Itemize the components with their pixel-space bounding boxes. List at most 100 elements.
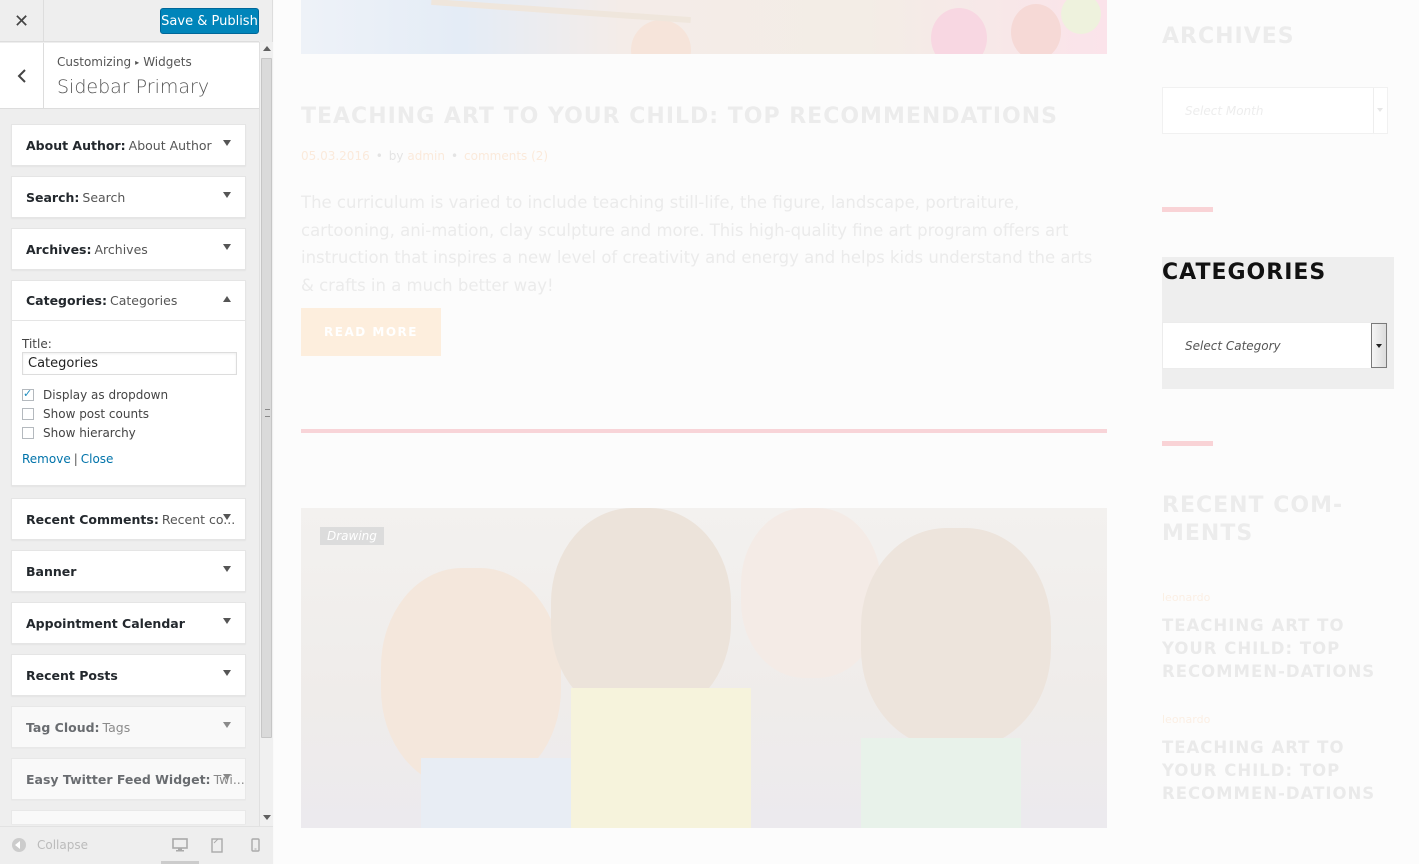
comment-author[interactable]: leonardo	[1162, 713, 1210, 726]
expand-arrow-icon[interactable]	[223, 514, 231, 520]
post-by-label: by	[388, 149, 404, 163]
dropdown-arrow-icon[interactable]	[1373, 88, 1387, 133]
widget-search[interactable]: Search: Search	[11, 176, 246, 218]
customizer-footer: Collapse	[0, 826, 273, 864]
widget-header[interactable]: About Author: About Author	[12, 125, 245, 165]
checkbox-checked[interactable]	[22, 387, 34, 401]
scrollbar-thumb[interactable]	[261, 58, 272, 738]
sidebar-divider	[1162, 441, 1213, 446]
breadcrumb: Customizing ▸ Widgets	[57, 55, 192, 69]
post-meta: 05.03.2016 • by admin • comments (2)	[301, 149, 549, 163]
image-decoration	[861, 528, 1051, 748]
option-display-dropdown[interactable]: Display as dropdown	[22, 385, 235, 404]
categories-widget-form: Title: Display as dropdown Show post cou…	[12, 321, 245, 466]
expand-arrow-icon[interactable]	[223, 774, 231, 780]
option-show-hierarchy[interactable]: Show hierarchy	[22, 423, 235, 442]
widget-subtitle: Search	[82, 189, 126, 205]
widget-appointment-calendar[interactable]: Appointment Calendar	[11, 602, 246, 644]
section-title: Sidebar Primary	[57, 76, 210, 98]
tablet-icon[interactable]	[207, 835, 227, 855]
widget-header[interactable]: Appointment Calendar	[12, 603, 245, 643]
widget-name: Archives:	[26, 241, 92, 257]
breadcrumb-separator-icon: ▸	[135, 58, 140, 67]
checkbox[interactable]	[22, 407, 34, 420]
scroll-up-arrow-icon[interactable]	[263, 46, 271, 51]
collapse-arrow-icon[interactable]	[223, 296, 231, 302]
title-label: Title:	[22, 337, 52, 351]
image-decoration	[631, 20, 691, 54]
collapse-button[interactable]: Collapse	[12, 838, 88, 852]
image-decoration	[741, 508, 881, 678]
expand-arrow-icon[interactable]	[223, 670, 231, 676]
back-arrow-icon[interactable]	[0, 43, 44, 109]
widget-name: Recent Posts	[26, 667, 118, 683]
expand-arrow-icon[interactable]	[223, 566, 231, 572]
desktop-icon[interactable]	[170, 835, 190, 855]
widget-recent-comments[interactable]: Recent Comments: Recent co...	[11, 498, 246, 540]
checkbox[interactable]	[22, 426, 34, 439]
expand-arrow-icon[interactable]	[223, 192, 231, 198]
widget-header[interactable]: Banner	[12, 551, 245, 591]
post-date[interactable]: 05.03.2016	[301, 149, 370, 163]
close-link[interactable]: Close	[81, 452, 114, 466]
categories-widget-title: CATEGORIES	[1162, 260, 1327, 285]
expand-arrow-icon[interactable]	[223, 244, 231, 250]
remove-link[interactable]: Remove	[22, 452, 71, 466]
customizer-header: ✕ Save & Publish	[0, 0, 259, 42]
widget-partial	[11, 810, 246, 824]
link-separator: |	[73, 452, 78, 466]
widget-easy-twitter-feed[interactable]: Easy Twitter Feed Widget: Twi...	[11, 758, 246, 800]
widget-header[interactable]: Categories: Categories	[12, 281, 245, 321]
breadcrumb-root: Customizing	[57, 55, 132, 69]
widget-banner[interactable]: Banner	[11, 550, 246, 592]
close-icon[interactable]: ✕	[0, 0, 44, 42]
breadcrumb-child: Widgets	[143, 55, 192, 69]
image-decoration	[931, 8, 987, 54]
post-title[interactable]: TEACHING ART TO YOUR CHILD: TOP RECOMMEN…	[301, 104, 1058, 129]
widget-archives[interactable]: Archives: Archives	[11, 228, 246, 270]
comment-author[interactable]: leonardo	[1162, 591, 1210, 604]
widget-name: Categories:	[26, 293, 107, 308]
post-excerpt: The curriculum is varied to include teac…	[301, 193, 1093, 295]
expand-arrow-icon[interactable]	[223, 618, 231, 624]
post-featured-image: Drawing	[301, 508, 1107, 828]
widget-header[interactable]: Easy Twitter Feed Widget: Twi...	[12, 759, 245, 799]
image-decoration	[571, 688, 751, 828]
title-input[interactable]	[22, 352, 237, 375]
widget-tag-cloud[interactable]: Tag Cloud: Tags	[11, 706, 246, 748]
widget-header[interactable]: Tag Cloud: Tags	[12, 707, 245, 747]
widget-recent-posts[interactable]: Recent Posts	[11, 654, 246, 696]
expand-arrow-icon[interactable]	[223, 722, 231, 728]
categories-select[interactable]: Select Category	[1162, 322, 1388, 369]
widget-about-author[interactable]: About Author: About Author	[11, 124, 246, 166]
recent-comments-widget-title: RECENT COM-MENTS	[1162, 493, 1344, 546]
widget-header[interactable]: Recent Posts	[12, 655, 245, 695]
widget-header[interactable]: Archives: Archives	[12, 229, 245, 269]
save-publish-button[interactable]: Save & Publish	[160, 8, 259, 34]
widget-header[interactable]: Search: Search	[12, 177, 245, 217]
comment-post-link[interactable]: TEACHING ART TO YOUR CHILD: TOP RECOMMEN…	[1162, 736, 1402, 805]
image-decoration	[1011, 4, 1061, 54]
post-divider	[301, 429, 1107, 433]
post-comments-link[interactable]: comments (2)	[464, 149, 548, 163]
section-header: Customizing ▸ Widgets Sidebar Primary	[0, 43, 259, 109]
dropdown-arrow-icon[interactable]	[1371, 323, 1387, 368]
image-decoration	[861, 738, 1021, 828]
mobile-icon[interactable]	[245, 835, 265, 855]
category-tag[interactable]: Drawing	[320, 527, 384, 545]
widget-name: Search:	[26, 189, 80, 205]
categories-widget: CATEGORIES Select Category	[1162, 257, 1394, 389]
widget-header[interactable]: Recent Comments: Recent co...	[12, 499, 245, 539]
scroll-down-arrow-icon[interactable]	[263, 815, 271, 820]
read-more-button[interactable]: READ MORE	[301, 308, 441, 356]
collapse-label: Collapse	[37, 838, 88, 852]
expand-arrow-icon[interactable]	[223, 140, 231, 146]
panel-scrollbar[interactable]	[259, 42, 273, 826]
post-author-link[interactable]: admin	[407, 149, 445, 163]
option-show-post-counts[interactable]: Show post counts	[22, 404, 235, 423]
widget-name: Appointment Calendar	[26, 615, 185, 631]
widget-categories[interactable]: Categories: Categories Title: Display as…	[11, 280, 246, 486]
archives-select[interactable]: Select Month	[1162, 87, 1388, 134]
comment-post-link[interactable]: TEACHING ART TO YOUR CHILD: TOP RECOMMEN…	[1162, 614, 1402, 683]
widget-subtitle: Archives	[94, 241, 148, 257]
